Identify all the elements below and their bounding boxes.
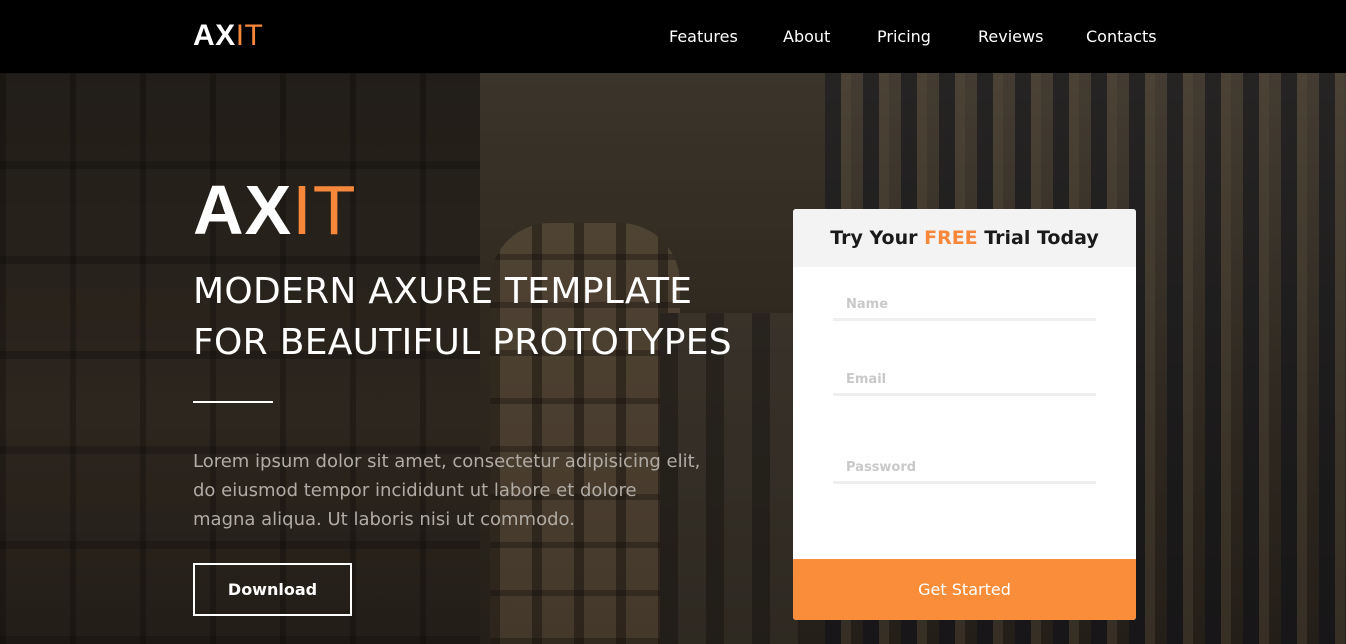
trial-signup-card: Try Your FREE Trial Today Get Started [793,209,1136,620]
download-button[interactable]: Download [193,563,352,616]
nav-logo-it: IT [235,19,264,52]
hero-headline-line1: MODERN AXURE TEMPLATE [193,271,693,312]
top-navbar: AXIT Features About Pricing Reviews Cont… [0,0,1346,73]
signup-card-title: Try Your FREE Trial Today [793,209,1136,267]
nav-link-contacts[interactable]: Contacts [1086,26,1157,48]
hero-logo-ax: AX [193,171,293,249]
nav-logo-ax: AX [193,19,236,52]
nav-link-pricing[interactable]: Pricing [877,26,931,48]
hero-headline-line2: FOR BEAUTIFUL PROTOTYPES [193,322,732,363]
name-field[interactable] [833,291,1096,321]
hero-logo: AXIT [193,174,356,246]
signup-title-free: FREE [924,227,978,249]
get-started-button[interactable]: Get Started [793,559,1136,620]
hero-divider [193,401,273,403]
signup-title-suffix: Trial Today [977,227,1099,249]
nav-link-features[interactable]: Features [669,26,738,48]
nav-link-about[interactable]: About [783,26,830,48]
hero-headline: MODERN AXURE TEMPLATE FOR BEAUTIFUL PROT… [193,266,753,368]
nav-logo[interactable]: AXIT [193,20,263,52]
nav-link-reviews[interactable]: Reviews [978,26,1043,48]
hero-logo-it: IT [292,171,357,249]
signup-title-prefix: Try Your [830,227,925,249]
password-field[interactable] [833,454,1096,484]
hero-description: Lorem ipsum dolor sit amet, consectetur … [193,451,701,530]
email-field[interactable] [833,366,1096,396]
